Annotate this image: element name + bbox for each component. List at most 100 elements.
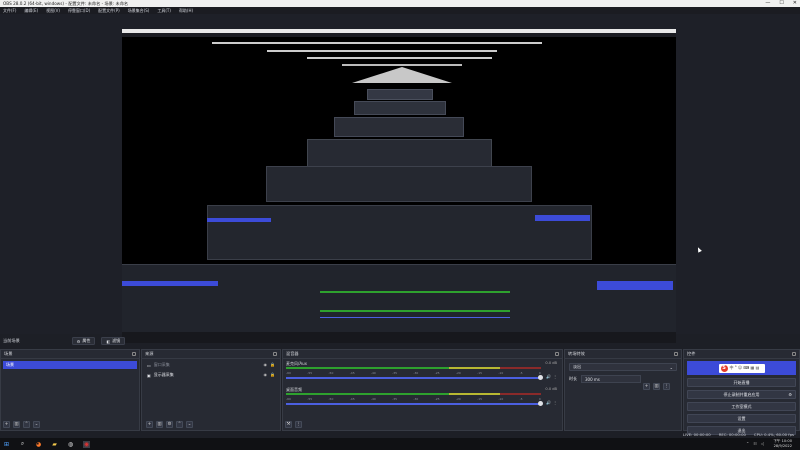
undock-icon[interactable] <box>674 352 678 356</box>
scenes-dock-header: 场景 <box>1 350 139 359</box>
nested-preview-level <box>367 89 433 100</box>
filters-label: 滤镜 <box>112 338 121 343</box>
rec-status: REC: 00:00:00 <box>718 432 746 437</box>
minimize-icon[interactable]: — <box>765 0 770 7</box>
settings-button[interactable]: 设置 <box>687 414 796 423</box>
controls-dock-header: 控件 <box>684 350 799 359</box>
speaker-icon[interactable]: 🔊 <box>546 374 551 379</box>
current-scene-label: 当前场景 <box>3 338 20 343</box>
trash-icon[interactable]: ▥ <box>13 421 20 428</box>
sogou-toolbar[interactable]: S 中 ° ☺ ⌨ ▦ ▤ <box>687 361 796 375</box>
nested-preview-level <box>207 205 592 260</box>
eye-icon[interactable]: ◉ <box>264 372 268 377</box>
volume-meter <box>286 393 541 395</box>
clock-date: 28/9/2022 <box>773 444 792 448</box>
trash-icon[interactable]: ▥ <box>653 383 660 390</box>
source-item[interactable]: ▣ 显示器采集 ◉ 🔒 <box>144 371 278 379</box>
mixer-channel: 桌面音频 0.0 dB -60 -55 -50 -45 -40 -35 -30 -25 -20-… <box>286 387 559 411</box>
chevron-up-icon[interactable]: ⌃ <box>746 441 749 446</box>
fader-knob[interactable] <box>538 401 543 406</box>
gear-icon: ⚙ <box>76 338 81 344</box>
trash-icon[interactable]: ▥ <box>156 421 163 428</box>
gear-icon[interactable]: ⚙ <box>166 421 173 428</box>
close-icon[interactable]: ✕ <box>793 0 797 7</box>
transition-select[interactable]: 淡出 ⌄ <box>569 363 677 371</box>
volume-fader[interactable] <box>286 377 541 379</box>
chrome-icon[interactable]: ◍ <box>67 441 74 448</box>
sources-dock: 来源 ▭ 窗口采集 ◉ 🔒 ▣ 显示器采集 ◉ 🔒 + ▥ ⚙ ⌃ ⌄ <box>141 349 281 431</box>
eye-icon[interactable]: ◉ <box>264 362 268 367</box>
menu-profile[interactable]: 配置文件(P) <box>98 8 120 14</box>
duration-input[interactable]: 300 ms <box>581 375 641 383</box>
menu-tools[interactable]: 工具(T) <box>157 8 171 14</box>
wrench-icon[interactable]: ⚒ <box>285 421 292 428</box>
menu-scene-collection[interactable]: 场景集合(S) <box>128 8 150 14</box>
undock-icon[interactable] <box>555 352 559 356</box>
chevron-down-icon[interactable]: ⌄ <box>186 421 193 428</box>
undock-icon[interactable] <box>273 352 277 356</box>
ime-icons: 中 ° ☺ ⌨ ▦ ▤ <box>729 365 760 370</box>
menu-help[interactable]: 帮助(H) <box>179 8 193 14</box>
chevron-down-icon[interactable]: ⌄ <box>33 421 40 428</box>
nested-strip <box>307 57 492 59</box>
scene-item[interactable]: 场景 <box>3 361 137 369</box>
taskbar-clock[interactable]: 下午 10:00 28/9/2022 <box>773 439 792 449</box>
live-status: LIVE: 00:00:00 <box>682 432 711 437</box>
filter-icon: ◧ <box>106 338 111 344</box>
nested-preview-level <box>334 117 464 137</box>
mixer-dock: 混音器 麦克风/Aux 0.0 dB -60 -55 -50 -45 -40 -35 -30… <box>282 349 563 431</box>
source-item[interactable]: ▭ 窗口采集 ◉ 🔒 <box>144 361 278 369</box>
chevron-down-icon: ⌄ <box>669 364 673 370</box>
studio-mode-button[interactable]: 工作室模式 <box>687 402 796 411</box>
ime-logo: S 中 ° ☺ ⌨ ▦ ▤ <box>718 363 765 373</box>
start-streaming-button[interactable]: 开始直播 <box>687 378 796 387</box>
preview-canvas[interactable] <box>122 29 676 343</box>
lock-icon[interactable]: 🔒 <box>270 372 275 377</box>
windows-start-icon[interactable]: ⊞ <box>3 441 10 448</box>
controls-dock-title: 控件 <box>687 351 696 356</box>
gear-icon[interactable]: ⚙ <box>788 392 792 397</box>
menu-file[interactable]: 文件(F) <box>3 8 16 14</box>
cpu-status: CPU: 0.4%, 60.00 fps <box>753 432 794 437</box>
window-title: OBS 28.0.2 (64-bit, windows) - 配置文件: 未命名… <box>3 0 129 6</box>
chevron-up-icon[interactable]: ⌃ <box>176 421 183 428</box>
transitions-footer: + ▥ ⋮ <box>643 383 670 390</box>
add-icon[interactable]: + <box>146 421 153 428</box>
more-icon[interactable]: ⋮ <box>295 421 302 428</box>
volume-icon[interactable]: ◁ <box>761 441 764 446</box>
properties-button[interactable]: ⚙ 属性 <box>71 337 96 345</box>
maximize-icon[interactable]: ☐ <box>779 0 783 7</box>
speaker-icon[interactable]: 🔊 <box>546 400 551 405</box>
obs-icon[interactable]: ◉ <box>83 440 90 448</box>
sources-dock-header: 来源 <box>142 350 280 359</box>
lock-icon[interactable]: 🔒 <box>270 362 275 367</box>
network-icon[interactable]: ☷ <box>753 441 757 446</box>
file-explorer-icon[interactable]: ▰ <box>51 441 58 448</box>
filters-button[interactable]: ◧ 滤镜 <box>101 337 126 345</box>
volume-fader[interactable] <box>286 403 541 405</box>
menu-docks[interactable]: 停靠窗口(D) <box>68 8 90 14</box>
menu-view[interactable]: 视图(V) <box>46 8 60 14</box>
add-icon[interactable]: + <box>3 421 10 428</box>
fader-knob[interactable] <box>538 375 543 380</box>
channel-name: 桌面音频 <box>286 387 302 392</box>
chevron-up-icon[interactable]: ⌃ <box>23 421 30 428</box>
nested-pyramid-tip <box>352 67 452 83</box>
undock-icon[interactable] <box>132 352 136 356</box>
more-icon[interactable]: ⋮ <box>663 383 670 390</box>
recording-button[interactable]: 停止录制并重启应用 ⚙ <box>687 390 796 399</box>
search-icon[interactable]: ⌕ <box>19 440 26 448</box>
scenes-dock-title: 场景 <box>4 351 13 356</box>
mixer-dock-title: 混音器 <box>286 351 299 356</box>
more-icon[interactable]: ⋮ <box>553 374 557 379</box>
add-icon[interactable]: + <box>643 383 650 390</box>
preview-area[interactable] <box>0 14 800 343</box>
nested-strip <box>342 64 462 66</box>
scenes-footer: + ▥ ⌃ ⌄ <box>3 421 40 428</box>
firefox-icon[interactable]: ◕ <box>35 441 42 448</box>
menu-edit[interactable]: 编辑(E) <box>24 8 38 14</box>
obs-window: OBS 28.0.2 (64-bit, windows) - 配置文件: 未命名… <box>0 0 800 450</box>
undock-icon[interactable] <box>792 352 796 356</box>
windows-taskbar: ⊞ ⌕ ◕ ▰ ◍ ◉ ⌃ ☷ ◁ 下午 10:00 28/9/2022 <box>0 438 800 450</box>
more-icon[interactable]: ⋮ <box>553 400 557 405</box>
